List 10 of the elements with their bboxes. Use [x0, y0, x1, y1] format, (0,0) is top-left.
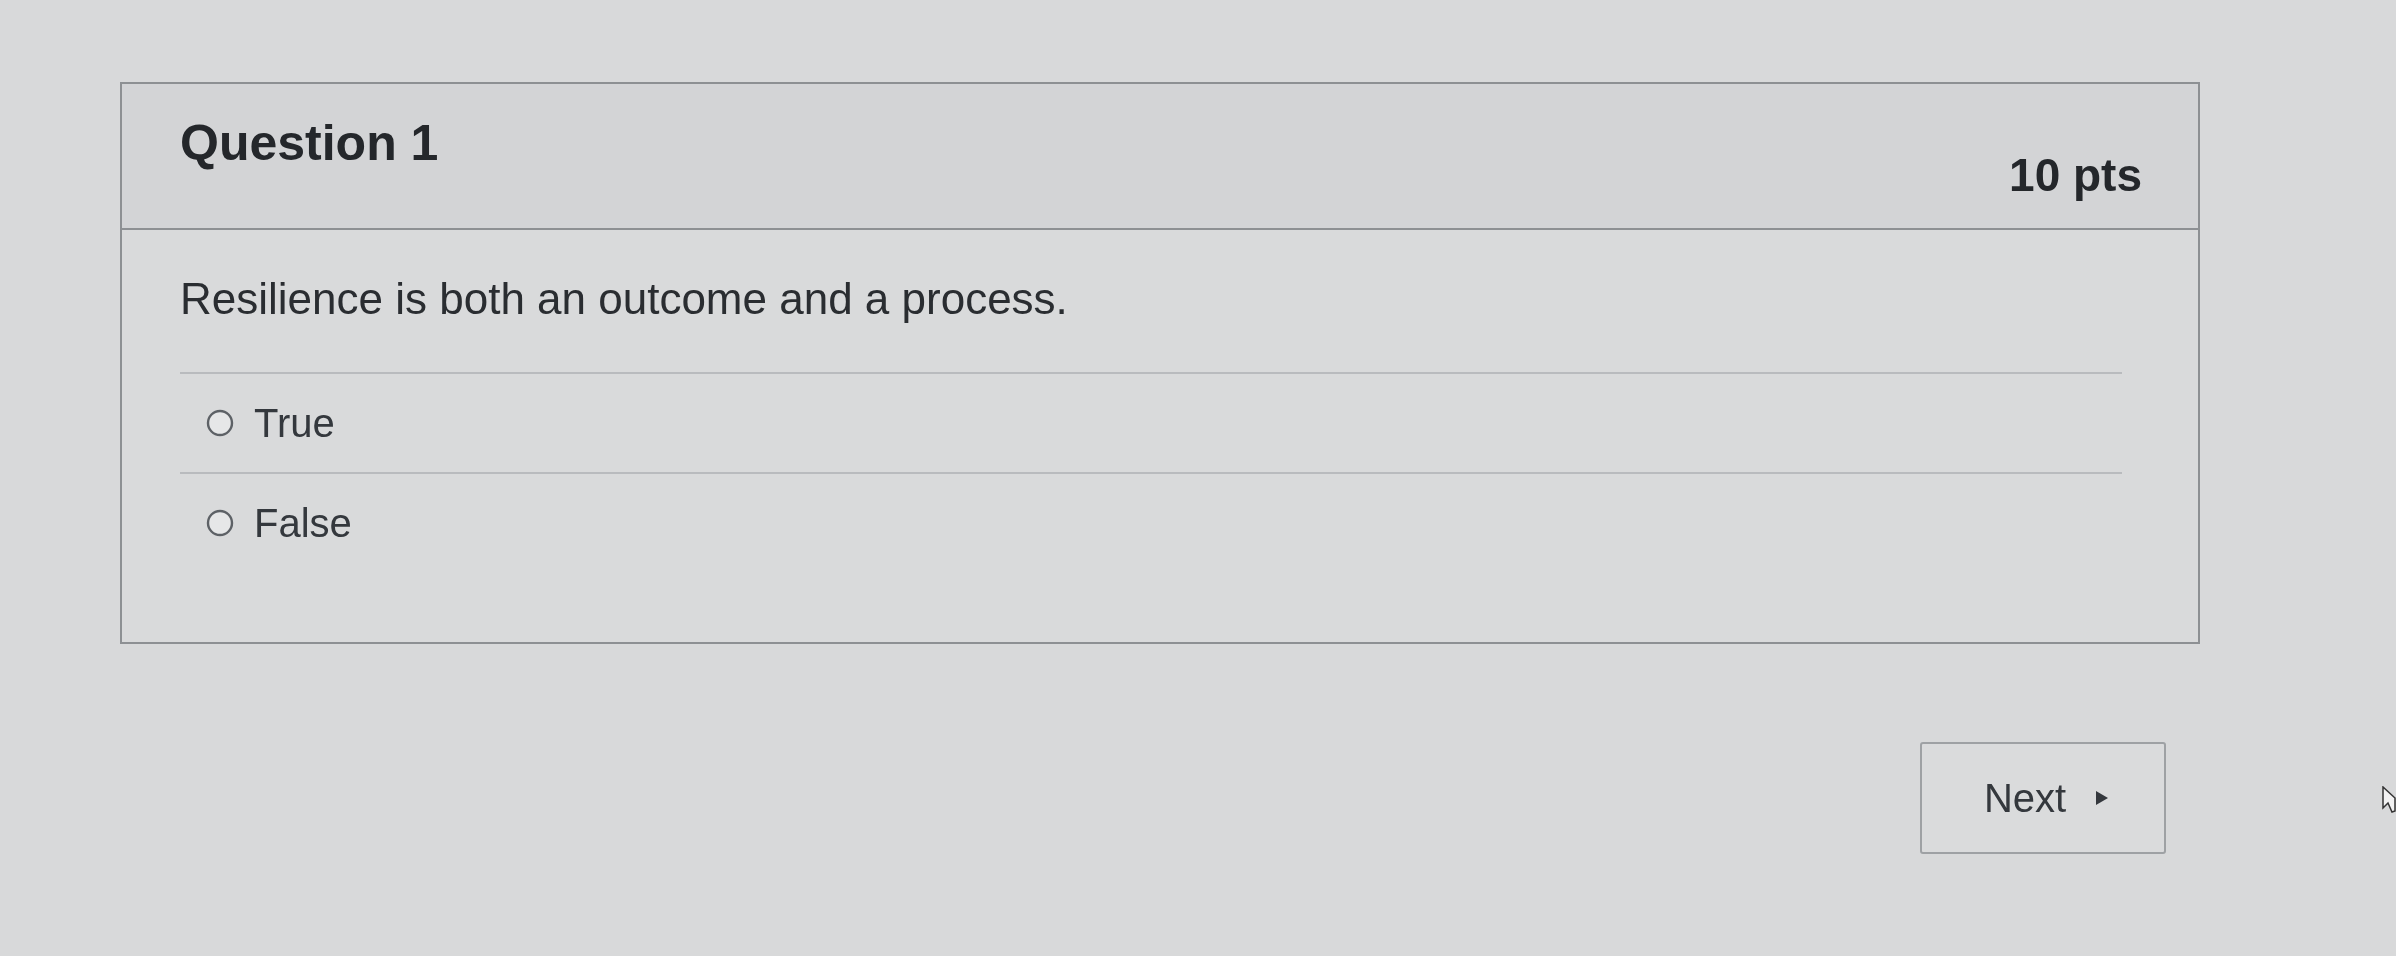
radio-button-icon[interactable]: [206, 409, 234, 437]
next-button[interactable]: Next: [1920, 742, 2166, 854]
answer-label[interactable]: True: [254, 400, 335, 446]
caret-icon: [2096, 791, 2109, 805]
pointer-icon: [2382, 786, 2396, 814]
radio-button-icon[interactable]: [206, 509, 234, 537]
points-label: 10 pts: [2009, 148, 2142, 202]
question-text: Resilience is both an outcome and a process.: [180, 274, 1069, 324]
question-title: Question 1: [180, 114, 439, 172]
answer-label[interactable]: False: [254, 500, 352, 546]
